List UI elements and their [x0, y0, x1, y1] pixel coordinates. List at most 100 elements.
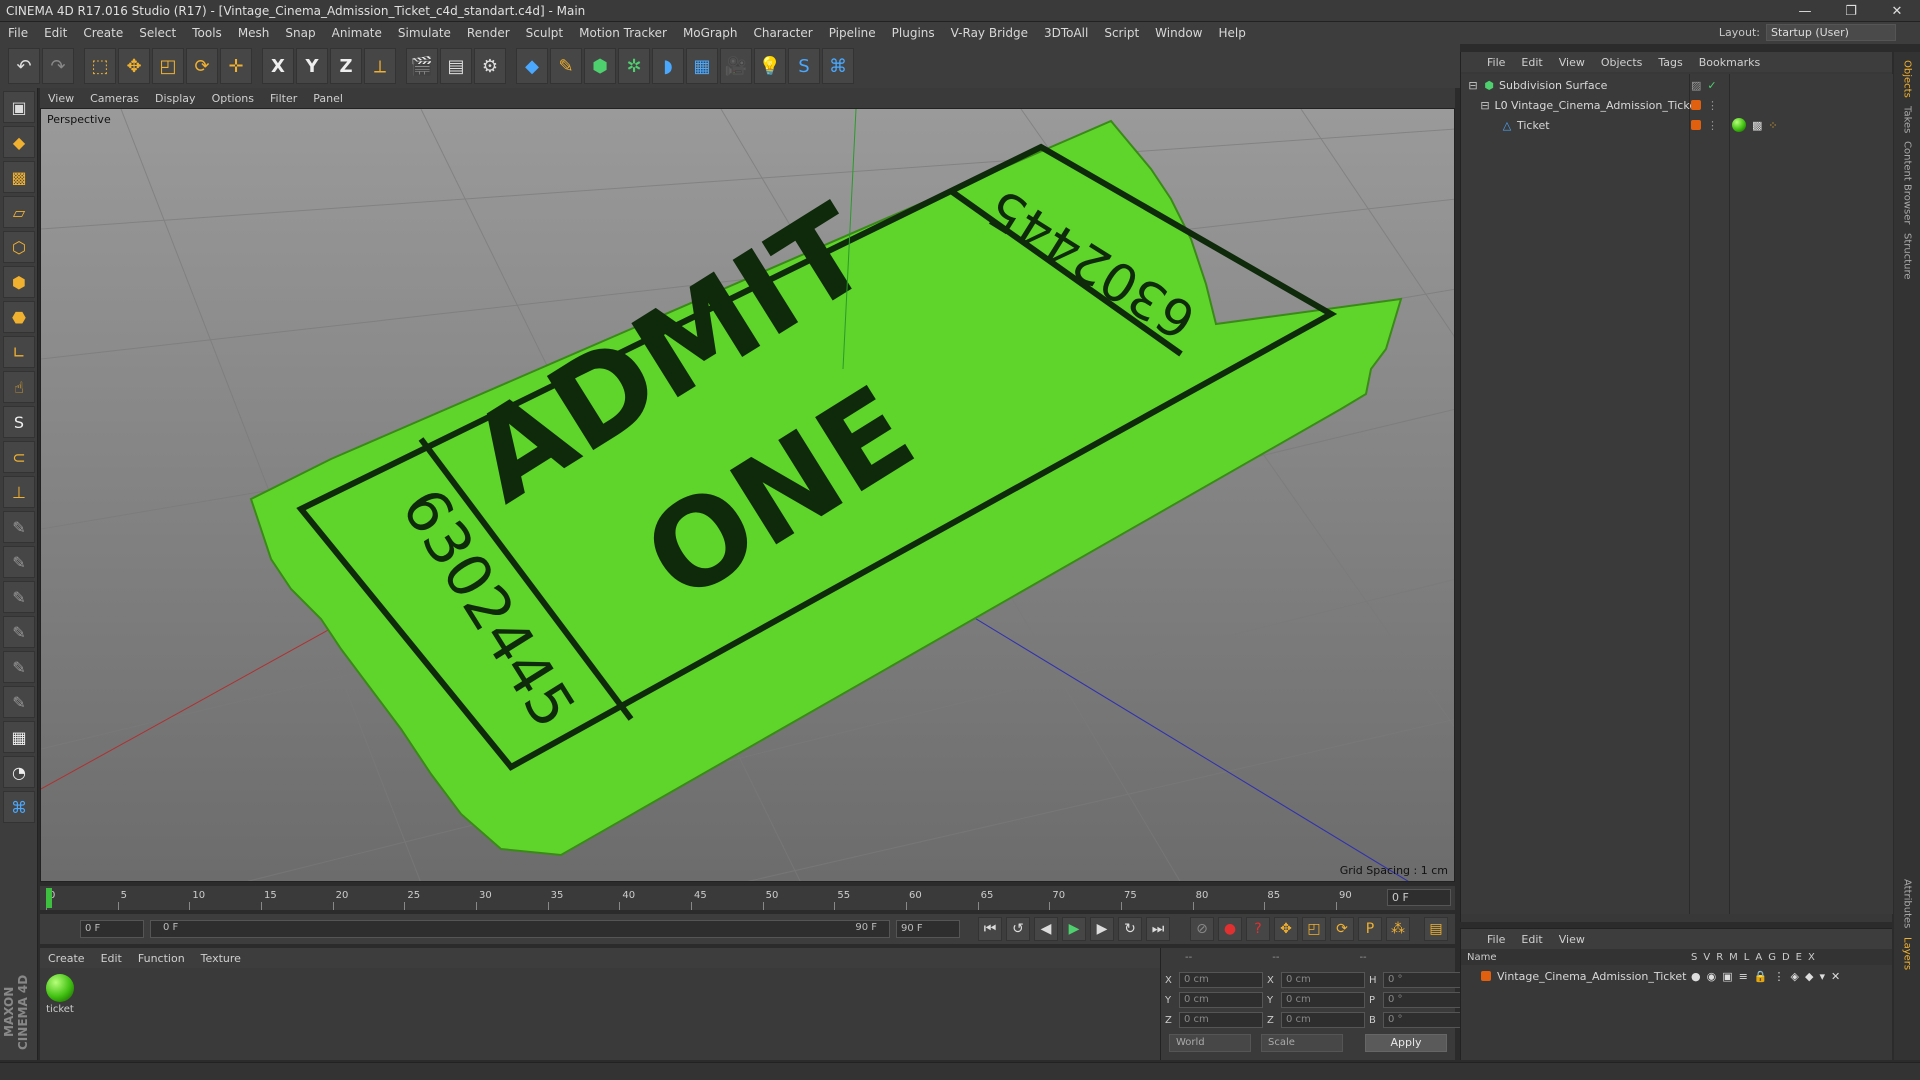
solo-icon[interactable]: S [3, 406, 35, 438]
tab-structure[interactable]: Structure [1902, 233, 1913, 280]
previous-frame-icon[interactable]: ◀ [1034, 917, 1058, 941]
next-key-icon[interactable]: ↻ [1118, 917, 1142, 941]
sculpt-mask-icon[interactable]: ✎ [3, 651, 35, 683]
nurbs-icon[interactable]: ⬢ [584, 48, 616, 84]
layout-dropdown[interactable]: Startup (User) [1766, 24, 1896, 41]
menu-select[interactable]: Select [131, 26, 184, 40]
viewport-menu-display[interactable]: Display [147, 92, 204, 105]
sculpt-pull-icon[interactable]: ✎ [3, 546, 35, 578]
menu-sculpt[interactable]: Sculpt [518, 26, 571, 40]
layer-deformer-icon[interactable]: ◆ [1805, 970, 1813, 983]
edges-mode-icon[interactable]: ⬢ [3, 266, 35, 298]
play-icon[interactable]: ▶ [1062, 917, 1086, 941]
perspective-viewport[interactable]: ADMIT ONE 6302445 6302445 Perspective Gr… [40, 108, 1455, 882]
y-axis-toggle[interactable]: Y [296, 48, 328, 84]
size-mode-dropdown[interactable]: Scale [1261, 1034, 1343, 1052]
layer-xref-icon[interactable]: ✕ [1831, 970, 1840, 983]
range-slider[interactable]: 0 F 90 F [150, 920, 890, 938]
x-axis-toggle[interactable]: X [262, 48, 294, 84]
render-picture-viewer-icon[interactable]: ▤ [440, 48, 472, 84]
menu-pipeline[interactable]: Pipeline [821, 26, 884, 40]
visibility-dots-icon[interactable]: ⋮ [1707, 119, 1718, 132]
menu-vray-bridge[interactable]: V-Ray Bridge [943, 26, 1036, 40]
layer-expression-icon[interactable]: ▾ [1819, 970, 1825, 983]
rotate-icon[interactable]: ⟳ [186, 48, 218, 84]
menu-motion-tracker[interactable]: Motion Tracker [571, 26, 675, 40]
layer-view-icon[interactable]: ◉ [1707, 970, 1717, 983]
menu-mesh[interactable]: Mesh [230, 26, 278, 40]
menu-mograph[interactable]: MoGraph [675, 26, 746, 40]
go-to-start-icon[interactable]: ⏮ [978, 917, 1002, 941]
tab-takes[interactable]: Takes [1902, 106, 1913, 133]
minimize-button[interactable]: — [1782, 0, 1828, 22]
record-active-icon[interactable]: ● [1218, 917, 1242, 941]
menu-help[interactable]: Help [1210, 26, 1253, 40]
position-z-field[interactable]: 0 cm [1179, 1012, 1263, 1028]
layer-render-icon[interactable]: ▣ [1722, 970, 1732, 983]
locked-workplane-icon[interactable]: ⊥ [3, 476, 35, 508]
live-selection-icon[interactable]: ⬚ [84, 48, 116, 84]
script-icon[interactable]: S [788, 48, 820, 84]
timeline-ruler[interactable]: 0 5 10 15 20 25 30 35 40 45 50 55 60 65 70 75 80 85 90 0 F [40, 886, 1455, 910]
objects-menu-objects[interactable]: Objects [1593, 56, 1651, 69]
uvw-tag-icon[interactable]: ▩ [1752, 119, 1762, 132]
menu-file[interactable]: File [0, 26, 36, 40]
layer-solo-icon[interactable]: ● [1691, 970, 1701, 983]
transform-icon[interactable]: ✛ [220, 48, 252, 84]
layer-lock-icon[interactable]: 🔒 [1754, 970, 1768, 983]
material-menu-texture[interactable]: Texture [193, 952, 249, 965]
layer-color-icon[interactable] [1691, 100, 1701, 110]
layers-menu-file[interactable]: File [1479, 933, 1513, 946]
menu-script[interactable]: Script [1096, 26, 1147, 40]
spline-pen-icon[interactable]: ✎ [550, 48, 582, 84]
snap-icon[interactable]: ⊂ [3, 441, 35, 473]
axis-mode-icon[interactable]: ∟ [3, 336, 35, 368]
render-view-icon[interactable]: 🎬 [406, 48, 438, 84]
end-frame-field[interactable]: 90 F [896, 920, 960, 938]
scale-icon[interactable]: ◰ [152, 48, 184, 84]
coordinate-system-icon[interactable]: ⟂ [364, 48, 396, 84]
coord-mode-dropdown[interactable]: World [1169, 1034, 1251, 1052]
layer-manager-icon[interactable]: ≡ [1739, 970, 1748, 983]
render-settings-icon[interactable]: ⚙ [474, 48, 506, 84]
sculpt-smooth-icon[interactable]: ✎ [3, 581, 35, 613]
current-frame-field[interactable]: 0 F [1387, 889, 1451, 906]
move-icon[interactable]: ✥ [118, 48, 150, 84]
rotation-p-field[interactable]: 0 ° [1383, 992, 1467, 1008]
go-to-end-icon[interactable]: ⏭ [1146, 917, 1170, 941]
autokey-icon[interactable]: ? [1246, 917, 1270, 941]
material-tag-icon[interactable] [1732, 118, 1746, 132]
array-icon[interactable]: ✲ [618, 48, 650, 84]
z-axis-toggle[interactable]: Z [330, 48, 362, 84]
menu-create[interactable]: Create [75, 26, 131, 40]
next-frame-icon[interactable]: ▶ [1090, 917, 1114, 941]
objects-menu-tags[interactable]: Tags [1650, 56, 1690, 69]
viewport-menu-view[interactable]: View [40, 92, 82, 105]
points-mode-icon[interactable]: ⬡ [3, 231, 35, 263]
size-x-field[interactable]: 0 cm [1281, 972, 1365, 988]
layer-row[interactable]: Vintage_Cinema_Admission_Ticket ● ◉ ▣ ≡ … [1461, 967, 1893, 985]
camera-icon[interactable]: 🎥 [720, 48, 752, 84]
menu-edit[interactable]: Edit [36, 26, 75, 40]
layers-menu-edit[interactable]: Edit [1513, 933, 1550, 946]
sculpt-brush-icon[interactable]: ✎ [3, 511, 35, 543]
maximize-button[interactable]: ❐ [1828, 0, 1874, 22]
workplane-icon[interactable]: ▱ [3, 196, 35, 228]
material-menu-function[interactable]: Function [130, 952, 193, 965]
close-button[interactable]: ✕ [1874, 0, 1920, 22]
start-frame-field[interactable]: 0 F [80, 920, 144, 938]
viewport-menu-cameras[interactable]: Cameras [82, 92, 147, 105]
visibility-dots-icon[interactable]: ⋮ [1707, 99, 1718, 112]
layer-color-icon[interactable] [1691, 120, 1701, 130]
collapse-icon[interactable]: ⊟ [1479, 99, 1491, 112]
collapse-icon[interactable]: ⊟ [1467, 79, 1479, 92]
sculpt-flatten-icon[interactable]: ✎ [3, 616, 35, 648]
menu-render[interactable]: Render [459, 26, 518, 40]
menu-tools[interactable]: Tools [184, 26, 230, 40]
floor-icon[interactable]: ▦ [686, 48, 718, 84]
python-icon[interactable]: ⌘ [822, 48, 854, 84]
ticket-model[interactable]: ADMIT ONE 6302445 6302445 [249, 119, 1403, 857]
layer-swatch-icon[interactable]: ▨ [1691, 79, 1701, 92]
menu-window[interactable]: Window [1147, 26, 1210, 40]
menu-3dtoall[interactable]: 3DToAll [1036, 26, 1096, 40]
